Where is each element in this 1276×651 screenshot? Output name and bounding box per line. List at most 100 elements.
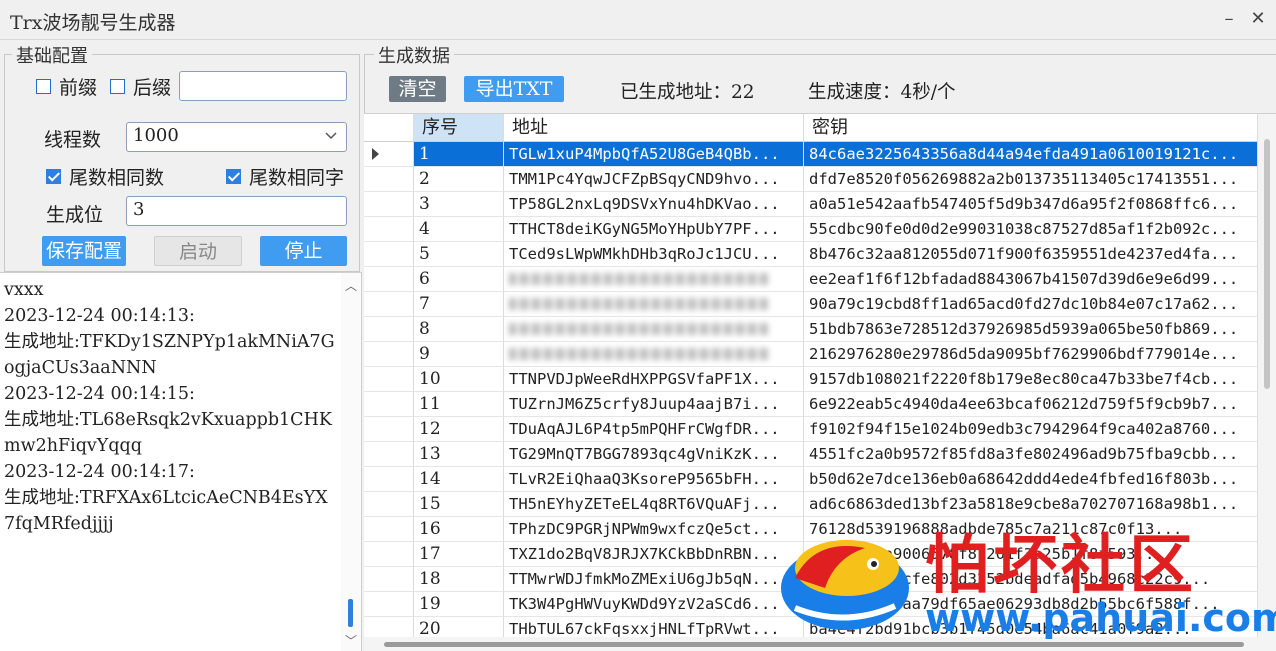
table-row[interactable]: 11 TUZrnJM6Z5crfy8Juup4aajB7i... 6e922eab5… [364, 392, 1276, 417]
address-cell[interactable] [504, 317, 804, 342]
address-cell[interactable]: TMM1Pc4YqwJCFZpBSqyCND9hvo... [504, 167, 804, 192]
key-cell[interactable]: ee2eaf1f6f12bfadad8843067b41507d39d6e9e6… [804, 267, 1258, 292]
index-cell[interactable]: 13 [414, 442, 504, 467]
index-cell[interactable]: 15 [414, 492, 504, 517]
key-cell[interactable]: 2162976280e29786d5da9095bf7629906bdf7790… [804, 342, 1258, 367]
log-panel[interactable]: vxxx 2023-12-24 00:14:13: 生成地址:TFKDy1SZNPY… [0, 272, 362, 651]
index-cell[interactable]: 14 [414, 467, 504, 492]
key-cell[interactable]: b50d62e7dce136eb0a68642ddd4ede4fbfed16f8… [804, 467, 1258, 492]
save-config-button[interactable]: 保存配置 [42, 236, 126, 266]
column-header-key[interactable]: 密钥 [804, 114, 1258, 142]
address-cell[interactable]: TP58GL2nxLq9DSVxYnu4hDKVao... [504, 192, 804, 217]
row-header-cell[interactable] [364, 217, 414, 242]
table-row[interactable]: 7 90a79c19cbd8ff1ad65acd0fd27dc10b84e07c1… [364, 292, 1276, 317]
table-row[interactable]: 5 TCed9sLWpWMkhDHb3qRoJc1JCU... 8b476c32aa… [364, 242, 1276, 267]
table-row[interactable]: 4 TTHCT8deiKGyNG5MoYHpUbY7PF... 55cdbc90fe… [364, 217, 1276, 242]
key-cell[interactable]: f9102f94f15e1024b09edb3c7942964f9ca402a8… [804, 417, 1258, 442]
index-cell[interactable]: 9 [414, 342, 504, 367]
row-header-cell[interactable] [364, 567, 414, 592]
address-cell[interactable]: TTMwrWDJfmkMoZMExiU6gJb5qN... [504, 567, 804, 592]
tail-same-num-checkbox[interactable]: 尾数相同数 [46, 163, 164, 190]
index-cell[interactable]: 2 [414, 167, 504, 192]
row-header-cell[interactable] [364, 392, 414, 417]
table-row[interactable]: 12 TDuAqAJL6P4tp5mPQHFrCWgfDR... f9102f94f… [364, 417, 1276, 442]
address-cell[interactable]: TLvR2EiQhaaQ3KsoreP9565bFH... [504, 467, 804, 492]
key-cell[interactable]: 90a79c19cbd8ff1ad65acd0fd27dc10b84e07c17… [804, 292, 1258, 317]
row-header-cell[interactable] [364, 342, 414, 367]
table-row[interactable]: 1 TGLw1xuP4MpbQfA52U8GeB4QBb... 84c6ae3225… [364, 142, 1276, 167]
export-txt-button[interactable]: 导出TXT [464, 76, 564, 102]
key-cell[interactable]: 84c6ae3225643356a8d44a94efda491a06100191… [804, 142, 1258, 167]
index-cell[interactable]: 17 [414, 542, 504, 567]
scroll-down-icon[interactable]: ﹀ [345, 632, 357, 649]
suffix-checkbox[interactable]: 后缀 [110, 73, 171, 100]
table-row[interactable]: 8 51bdb7863e728512d37926985d5939a065be50f… [364, 317, 1276, 342]
key-cell[interactable]: 8b476c32aa812055d071f900f6359551de4237ed… [804, 242, 1258, 267]
row-header-cell[interactable] [364, 192, 414, 217]
index-cell[interactable]: 4 [414, 217, 504, 242]
table-row[interactable]: 2 TMM1Pc4YqwJCFZpBSqyCND9hvo... dfd7e8520f… [364, 167, 1276, 192]
column-header-index[interactable]: 序号 [414, 114, 504, 142]
row-header-cell[interactable] [364, 292, 414, 317]
address-cell[interactable]: TXZ1do2BqV8JRJX7KCkBbDnRBN... [504, 542, 804, 567]
key-cell[interactable]: 51bdb7863e728512d37926985d5939a065be50fb… [804, 317, 1258, 342]
index-cell[interactable]: 11 [414, 392, 504, 417]
table-row[interactable]: 6 ee2eaf1f6f12bfadad8843067b41507d39d6e9e… [364, 267, 1276, 292]
address-cell[interactable] [504, 342, 804, 367]
index-cell[interactable]: 18 [414, 567, 504, 592]
address-cell[interactable]: TTHCT8deiKGyNG5MoYHpUbY7PF... [504, 217, 804, 242]
prefix-checkbox-box[interactable] [36, 79, 51, 94]
gen-bits-input[interactable]: 3 [126, 196, 347, 226]
row-header-cell[interactable] [364, 142, 414, 167]
row-header-cell[interactable] [364, 317, 414, 342]
index-cell[interactable]: 10 [414, 367, 504, 392]
scroll-up-icon[interactable]: ︿ [345, 277, 357, 294]
address-cell[interactable]: TPhzDC9PGRjNPWm9wxfczQe5ct... [504, 517, 804, 542]
table-row[interactable]: 3 TP58GL2nxLq9DSVxYnu4hDKVao... a0a51e542a… [364, 192, 1276, 217]
row-header-cell[interactable] [364, 242, 414, 267]
tail-same-char-checkbox-box[interactable] [226, 169, 241, 184]
address-cell[interactable]: TH5nEYhyZETeEL4q8RT6VQuAFj... [504, 492, 804, 517]
index-cell[interactable]: 1 [414, 142, 504, 167]
key-cell[interactable]: a0a51e542aafb547405f5d9b347d6a95f2f0868f… [804, 192, 1258, 217]
index-cell[interactable]: 16 [414, 517, 504, 542]
log-scroll-thumb[interactable] [348, 599, 353, 627]
table-row[interactable]: 9 2162976280e29786d5da9095bf7629906bdf779… [364, 342, 1276, 367]
row-header-cell[interactable] [364, 442, 414, 467]
stop-button[interactable]: 停止 [260, 236, 347, 266]
row-header-cell[interactable] [364, 367, 414, 392]
row-header-cell[interactable] [364, 592, 414, 617]
row-header-cell[interactable] [364, 542, 414, 567]
minimize-button[interactable]: – [1216, 6, 1242, 32]
key-cell[interactable]: 4551fc2a0b9572f85fd8a3fe802496ad9b75fba9… [804, 442, 1258, 467]
address-cell[interactable] [504, 292, 804, 317]
key-cell[interactable]: dfd7e8520f056269882a2b013735113405c17413… [804, 167, 1258, 192]
row-header-cell[interactable] [364, 267, 414, 292]
row-header-cell[interactable] [364, 417, 414, 442]
start-button[interactable]: 启动 [154, 236, 242, 266]
tail-same-char-checkbox[interactable]: 尾数相同字 [226, 163, 344, 190]
pattern-input[interactable] [179, 71, 347, 101]
key-cell[interactable]: 55cdbc90fe0d0d2e99031038c87527d85af1f2b0… [804, 217, 1258, 242]
row-header-cell[interactable] [364, 517, 414, 542]
grid-scroll-thumb[interactable] [1264, 139, 1270, 389]
key-cell[interactable]: 6e922eab5c4940da4ee63bcaf06212d759f5f9cb… [804, 392, 1258, 417]
index-cell[interactable]: 12 [414, 417, 504, 442]
index-cell[interactable]: 3 [414, 192, 504, 217]
suffix-checkbox-box[interactable] [110, 79, 125, 94]
row-header-cell[interactable] [364, 467, 414, 492]
tail-same-num-checkbox-box[interactable] [46, 169, 61, 184]
address-cell[interactable]: TGLw1xuP4MpbQfA52U8GeB4QBb... [504, 142, 804, 167]
prefix-checkbox[interactable]: 前缀 [36, 73, 97, 100]
column-header-address[interactable]: 地址 [504, 114, 804, 142]
log-scrollbar[interactable]: ︿ ﹀ [341, 273, 361, 651]
table-row[interactable]: 10 TTNPVDJpWeeRdHXPPGSVfaPF1X... 9157db108… [364, 367, 1276, 392]
key-cell[interactable]: 9157db108021f2220f8b179e8ec80ca47b33be7f… [804, 367, 1258, 392]
table-row[interactable]: 14 TLvR2EiQhaaQ3KsoreP9565bFH... b50d62e7d… [364, 467, 1276, 492]
address-cell[interactable] [504, 267, 804, 292]
index-cell[interactable]: 19 [414, 592, 504, 617]
row-header-cell[interactable] [364, 492, 414, 517]
threads-select[interactable]: 1000 [126, 122, 347, 152]
address-cell[interactable]: TDuAqAJL6P4tp5mPQHFrCWgfDR... [504, 417, 804, 442]
row-header-cell[interactable] [364, 167, 414, 192]
